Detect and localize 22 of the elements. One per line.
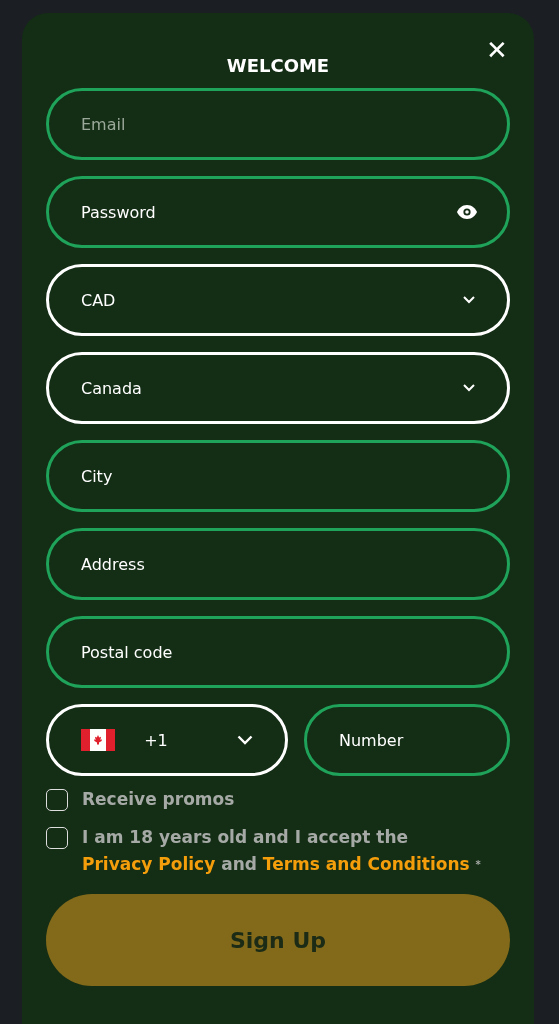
link[interactable]: Terms and Conditions — [262, 854, 470, 874]
flag-icon — [81, 729, 115, 751]
close-button[interactable]: ✕ — [486, 37, 508, 63]
link[interactable]: Privacy Policy — [82, 854, 216, 874]
select-field[interactable]: Canada — [46, 352, 510, 424]
password-field[interactable]: Password — [46, 176, 510, 248]
checkbox-label: I am 18 years old and I accept the Privacy Policy and Terms and Conditions * — [82, 826, 482, 876]
eye-icon[interactable] — [457, 205, 477, 219]
checkbox[interactable] — [46, 789, 68, 811]
dialog-title: WELCOME — [225, 55, 331, 77]
text-field[interactable]: City — [46, 440, 510, 512]
checkbox[interactable] — [46, 827, 68, 849]
country-code-select[interactable]: +1 — [46, 704, 288, 776]
email-field[interactable]: Email — [46, 88, 510, 160]
select-field[interactable]: CAD — [46, 264, 510, 336]
phone-number-field[interactable]: Number — [304, 704, 510, 776]
chevron-down-icon — [463, 384, 475, 392]
text-field[interactable]: Address — [46, 528, 510, 600]
text-field[interactable]: Postal code — [46, 616, 510, 688]
chevron-down-icon — [237, 735, 253, 745]
checkbox-label: Receive promos — [82, 788, 235, 811]
chevron-down-icon — [463, 296, 475, 304]
